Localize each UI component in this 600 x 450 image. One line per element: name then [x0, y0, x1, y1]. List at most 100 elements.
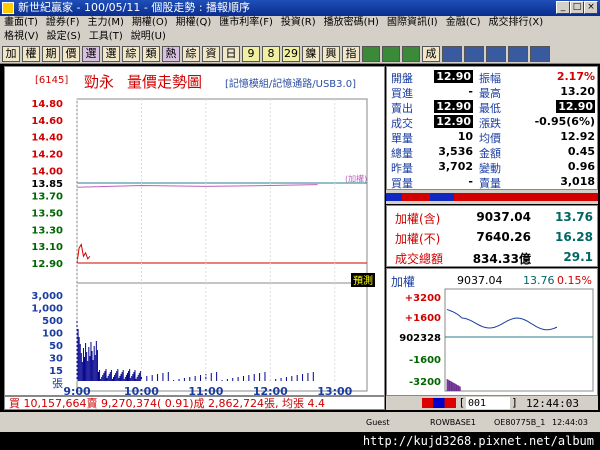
toolbar-button-26[interactable]	[530, 46, 550, 62]
toolbar-button-6[interactable]: 綜	[122, 46, 140, 62]
stock-code-input[interactable]	[466, 397, 510, 409]
watermark-url: http://kujd3268.pixnet.net/album	[0, 432, 600, 450]
toolbar-button-13[interactable]: 8	[262, 46, 280, 62]
mini-change: 13.76	[523, 274, 555, 287]
volume-tick-label: 1,000	[31, 304, 63, 315]
toolbar-button-25[interactable]	[508, 46, 528, 62]
close-button[interactable]: ×	[584, 1, 598, 14]
menu-item-9[interactable]: 金融(C)	[442, 16, 485, 30]
toolbar-button-18[interactable]	[362, 46, 380, 62]
toolbar-button-3[interactable]: 價	[62, 46, 80, 62]
toolbar-button-20[interactable]	[402, 46, 420, 62]
quote-v2: 3,018	[560, 175, 595, 188]
price-tick-label: 13.70	[31, 192, 63, 203]
quote-l2: 漲跌	[479, 117, 501, 130]
price-tick-label: 14.40	[31, 133, 63, 144]
bid-ask-ratio-bar	[386, 190, 598, 204]
quote-l2: 賣量	[479, 177, 501, 190]
toolbar-button-10[interactable]: 資	[202, 46, 220, 62]
volume-tick-label: 100	[42, 329, 63, 340]
quote-v2: 12.92	[560, 130, 595, 143]
toolbar-button-22[interactable]	[442, 46, 462, 62]
mini-value: 9037.04	[457, 274, 503, 287]
quote-v2: 2.17%	[556, 70, 595, 83]
toolbar-button-7[interactable]: 類	[142, 46, 160, 62]
index-row: 加權(不) 7640.26 16.28	[387, 228, 599, 246]
menu-item-1[interactable]: 設定(S)	[43, 30, 85, 44]
menu-item-10[interactable]: 成交排行(X)	[485, 16, 548, 30]
index-panel: 加權(含) 9037.04 13.76 加權(不) 7640.26 16.28 成交總額 83…	[386, 205, 598, 267]
quote-l2: 最低	[479, 102, 501, 115]
menu-item-7[interactable]: 播放密碼(H)	[320, 16, 383, 30]
toolbar-button-14[interactable]: 29	[282, 46, 300, 62]
toolbar-button-16[interactable]: 興	[322, 46, 340, 62]
quote-l1: 成交	[391, 117, 413, 130]
toolbar-button-12[interactable]: 9	[242, 46, 260, 62]
price-volume-chart: 14.80 14.60 14.40 14.20 14.00 13.85 13.70 13.50…	[31, 98, 375, 398]
index-row: 加權(含) 9037.04 13.76	[387, 208, 599, 226]
toolbar-button-5[interactable]: 選	[102, 46, 120, 62]
ratio-bar-buy-2	[430, 193, 454, 201]
maximize-button[interactable]: □	[570, 1, 584, 14]
menu-item-0[interactable]: 畫面(T)	[0, 16, 42, 30]
menu-item-1[interactable]: 證券(F)	[42, 16, 84, 30]
toolbar-button-4[interactable]: 選	[82, 46, 100, 62]
toolbar-button-8[interactable]: 熱	[162, 46, 180, 62]
menu-item-3[interactable]: 期權(O)	[128, 16, 172, 30]
price-tick-label: 14.00	[31, 166, 63, 177]
menu-item-2[interactable]: 主力(M)	[83, 16, 127, 30]
quote-l2: 金額	[479, 147, 501, 160]
mini-tick-label: 902328	[399, 333, 441, 344]
volume-tick-label: 3,000	[31, 291, 63, 302]
toolbar-button-19[interactable]	[382, 46, 400, 62]
status-item: ROWBASE1	[430, 418, 476, 427]
toolbar-button-1[interactable]: 權	[22, 46, 40, 62]
price-tick-label: 14.80	[31, 99, 63, 110]
app-icon	[2, 2, 14, 14]
menu-item-0[interactable]: 格視(V)	[0, 30, 43, 44]
menu-item-2[interactable]: 工具(T)	[85, 30, 127, 44]
index-change: 29.1	[563, 250, 593, 264]
ratio-bar-sell	[386, 193, 598, 201]
quote-v1: 12.90	[434, 115, 473, 128]
index-label: 加權(含)	[395, 212, 441, 226]
quote-v1: -	[468, 175, 473, 188]
minimize-button[interactable]: _	[556, 1, 570, 14]
menu-item-6[interactable]: 投資(R)	[277, 16, 320, 30]
plot-frame	[76, 98, 368, 392]
index-row: 成交總額 834.33億 29.1	[387, 248, 599, 266]
quote-l1: 賣出	[391, 102, 413, 115]
toolbar-button-17[interactable]: 指	[342, 46, 360, 62]
toolbar-button-21[interactable]: 成	[422, 46, 440, 62]
toolbar-button-0[interactable]: 加	[2, 46, 20, 62]
menu-item-3[interactable]: 說明(U)	[127, 30, 170, 44]
quote-v2: 0.96	[567, 160, 595, 173]
toolbar-button-2[interactable]: 期	[42, 46, 60, 62]
toolbar-button-9[interactable]: 綜	[182, 46, 200, 62]
quote-v2: -0.95(6%)	[534, 115, 595, 128]
volume-tick-label: 15	[49, 366, 63, 377]
chart-panel: [6145] 勁永 量價走勢圖 [記憶模組/記憶通路/USB3.0] 14.80…	[4, 66, 385, 398]
toolbar-button-15[interactable]: 鎳	[302, 46, 320, 62]
index-change: 13.76	[555, 210, 593, 224]
app-window: 新世紀贏家 - 100/05/11 - 個股走勢 : 播報順序 _ □ × 畫面…	[0, 0, 600, 450]
toolbar: 加權期價選選綜類熱綜資日 9 8 29 鎳興指成	[0, 44, 600, 64]
price-tick-label: 12.90	[31, 259, 63, 270]
quote-row: 單量 10 均價 12.92	[387, 130, 599, 145]
quote-l1: 單量	[391, 132, 413, 145]
quote-l2: 均價	[479, 132, 501, 145]
quote-row: 總量 3,536 金額 0.45	[387, 145, 599, 160]
toolbar-button-24[interactable]	[486, 46, 506, 62]
price-tick-label: 13.85	[31, 179, 63, 190]
menu-item-5[interactable]: 匯市利率(F)	[215, 16, 277, 30]
quote-row: 成交 12.90 漲跌 -0.95(6%)	[387, 115, 599, 130]
toolbar-button-23[interactable]	[464, 46, 484, 62]
stock-modules: [記憶模組/記憶通路/USB3.0]	[225, 79, 356, 90]
index-overlay-label: (加權)	[345, 173, 367, 183]
menu-item-4[interactable]: 期權(Q)	[172, 16, 216, 30]
menu-bar-main: 畫面(T) 證券(F) 主力(M) 期權(O) 期權(Q) 匯市利率(F) 投資(R) 播放密…	[0, 16, 600, 42]
quote-row: 開盤 12.90 振幅 2.17%	[387, 70, 599, 85]
mini-pct: 0.15%	[557, 274, 592, 287]
menu-item-8[interactable]: 國際資訊(I)	[383, 16, 442, 30]
toolbar-button-11[interactable]: 日	[222, 46, 240, 62]
